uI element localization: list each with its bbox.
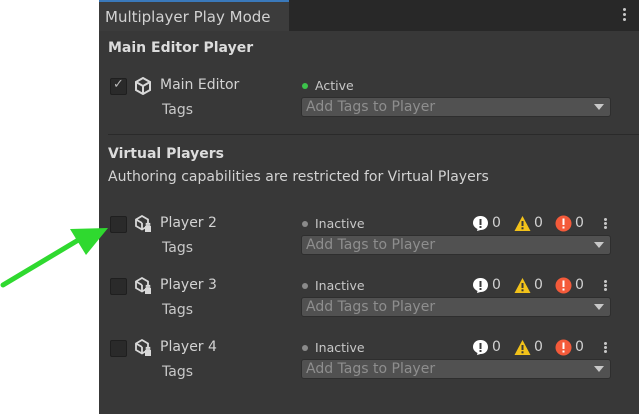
inactive-status-dot (302, 345, 308, 351)
player-status: Inactive (315, 340, 365, 355)
warning-count: 0 (534, 215, 543, 231)
warning-count: 0 (534, 339, 543, 355)
console-counts: 0 0 0 (472, 276, 612, 296)
tab-multiplayer-play-mode[interactable]: Multiplayer Play Mode (99, 0, 289, 31)
annotation-arrow-icon (0, 228, 108, 288)
player-options-kebab-icon[interactable] (602, 217, 608, 233)
warning-icon (514, 340, 531, 355)
player-options-kebab-icon[interactable] (602, 279, 608, 295)
chevron-down-icon (594, 304, 604, 310)
player-4-checkbox[interactable] (110, 340, 127, 357)
console-counts: 0 0 0 (472, 338, 612, 358)
main-editor-section-title: Main Editor Player (108, 40, 254, 56)
unity-cube-lock-icon (135, 215, 151, 232)
chevron-down-icon (594, 366, 604, 372)
info-count: 0 (492, 339, 501, 355)
player-tags-label: Tags (162, 302, 193, 318)
virtual-players-section-title: Virtual Players (108, 146, 225, 162)
virtual-player-row: Player 3 Inactive 0 0 0 Tags Add Tags to… (99, 273, 639, 323)
chevron-down-icon (594, 242, 604, 248)
player-name: Player 2 (160, 215, 217, 231)
info-message-icon (473, 278, 488, 293)
main-editor-player-row: Main Editor Active Tags Add Tags to Play… (99, 73, 639, 123)
unity-cube-lock-icon (135, 339, 151, 356)
section-divider (108, 134, 639, 135)
main-editor-checkbox[interactable] (110, 77, 127, 95)
inactive-status-dot (302, 221, 308, 227)
player-tags-label: Tags (162, 240, 193, 256)
player-tags-label: Tags (162, 364, 193, 380)
virtual-players-description: Authoring capabilities are restricted fo… (108, 169, 489, 185)
player-tags-dropdown[interactable]: Add Tags to Player (301, 359, 611, 379)
tags-dropdown-placeholder: Add Tags to Player (306, 99, 436, 115)
tags-dropdown-placeholder: Add Tags to Player (306, 237, 436, 253)
player-tags-dropdown[interactable]: Add Tags to Player (301, 235, 611, 255)
info-count: 0 (492, 277, 501, 293)
chevron-down-icon (594, 104, 604, 110)
console-counts: 0 0 0 (472, 214, 612, 234)
main-editor-tags-dropdown[interactable]: Add Tags to Player (301, 97, 611, 117)
unity-cube-icon (135, 77, 151, 95)
player-name: Player 3 (160, 277, 217, 293)
main-editor-tags-label: Tags (162, 102, 193, 118)
info-count: 0 (492, 215, 501, 231)
tab-bar: Multiplayer Play Mode (99, 0, 639, 31)
tags-dropdown-placeholder: Add Tags to Player (306, 299, 436, 315)
outside-area (0, 0, 99, 414)
unity-cube-lock-icon (135, 277, 151, 294)
error-icon (555, 277, 572, 294)
warning-icon (514, 216, 531, 231)
player-options-kebab-icon[interactable] (602, 341, 608, 357)
player-3-checkbox[interactable] (110, 278, 127, 295)
player-tags-dropdown[interactable]: Add Tags to Player (301, 297, 611, 317)
tags-dropdown-placeholder: Add Tags to Player (306, 361, 436, 377)
player-status: Inactive (315, 278, 365, 293)
multiplayer-play-mode-window: Multiplayer Play Mode Main Editor Player… (99, 0, 639, 414)
tab-title: Multiplayer Play Mode (105, 8, 271, 26)
error-count: 0 (575, 277, 584, 293)
error-icon (555, 339, 572, 356)
window-menu-kebab-icon[interactable] (618, 6, 630, 26)
main-editor-name: Main Editor (160, 77, 240, 93)
virtual-player-row: Player 4 Inactive 0 0 0 Tags Add Tags to… (99, 335, 639, 385)
virtual-player-row: Player 2 Inactive 0 0 0 Tags Add Tags to… (99, 211, 639, 261)
player-name: Player 4 (160, 339, 217, 355)
error-count: 0 (575, 215, 584, 231)
info-message-icon (473, 216, 488, 231)
error-icon (555, 215, 572, 232)
warning-icon (514, 278, 531, 293)
info-message-icon (473, 340, 488, 355)
warning-count: 0 (534, 277, 543, 293)
active-status-dot (302, 83, 308, 89)
player-2-checkbox[interactable] (110, 216, 127, 233)
inactive-status-dot (302, 283, 308, 289)
main-editor-status: Active (315, 78, 354, 93)
error-count: 0 (575, 339, 584, 355)
player-status: Inactive (315, 216, 365, 231)
